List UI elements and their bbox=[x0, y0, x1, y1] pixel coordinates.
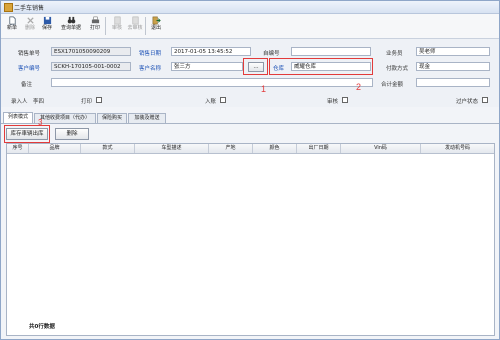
entered-by-value: 李四 bbox=[33, 99, 45, 105]
audit-checkbox[interactable] bbox=[342, 97, 348, 103]
sale-no-field[interactable]: ESX1701050090209 bbox=[51, 47, 131, 56]
entered-by-label: 录入人 bbox=[11, 99, 28, 105]
header-form: 销售单号 ESX1701050090209 销售日期 2017-01-05 13… bbox=[1, 39, 499, 107]
delete-row-button[interactable]: 删除 bbox=[55, 128, 89, 140]
tab-other-fees[interactable]: 其他收费项目（代办） bbox=[34, 113, 96, 123]
col-mfg-date[interactable]: 出厂日期 bbox=[297, 144, 341, 153]
new-doc-icon bbox=[8, 16, 16, 25]
save-icon bbox=[43, 16, 51, 25]
printer-icon bbox=[91, 16, 99, 24]
col-index[interactable]: 序号 bbox=[7, 144, 29, 153]
self-no-label: 自编号 bbox=[263, 51, 280, 57]
delete-icon bbox=[26, 17, 34, 24]
exit-button[interactable]: 退出 bbox=[148, 15, 164, 37]
binoculars-icon bbox=[67, 16, 75, 24]
instock-label: 入账 bbox=[205, 99, 217, 105]
transfer-status-label: 过户状态 bbox=[456, 99, 479, 105]
app-icon bbox=[4, 3, 13, 12]
tab-addons[interactable]: 加装及赠送 bbox=[128, 113, 166, 123]
vehicle-grid[interactable]: 序号 品牌 款式 车型描述 产地 颜色 出厂日期 Vin码 发动机号码 共0行数… bbox=[6, 143, 495, 336]
highlight-box-3 bbox=[4, 125, 50, 143]
sale-no-label: 销售单号 bbox=[18, 51, 41, 57]
remark-label: 备注 bbox=[21, 82, 33, 88]
total-label: 合计金额 bbox=[381, 82, 404, 88]
self-no-field[interactable] bbox=[291, 47, 371, 56]
tab-strip: 列表模式 其他收费项目（代办） 保险购买 加装及赠送 bbox=[1, 111, 499, 124]
col-style[interactable]: 款式 bbox=[81, 144, 135, 153]
total-field[interactable] bbox=[416, 78, 490, 87]
col-origin[interactable]: 产地 bbox=[209, 144, 253, 153]
salesman-label: 业务员 bbox=[386, 51, 403, 57]
salesman-field[interactable]: 吴老师 bbox=[416, 47, 490, 56]
query-button-label: 查询单据 bbox=[60, 25, 81, 31]
annotation-1: 1 bbox=[261, 84, 267, 94]
title-bar: 二手车销售 bbox=[1, 1, 499, 14]
highlight-box-1 bbox=[243, 58, 268, 75]
exit-icon bbox=[152, 16, 161, 25]
sale-date-label: 销售日期 bbox=[139, 51, 162, 57]
transfer-checkbox[interactable] bbox=[482, 97, 488, 103]
remark-field[interactable] bbox=[51, 78, 373, 87]
grid-footer: 共0行数据 bbox=[29, 324, 55, 330]
annotation-3: 3 bbox=[38, 118, 43, 127]
unapprove-button[interactable]: 去审核 bbox=[127, 15, 143, 37]
sales-window: 二手车销售 新单 删除 保存 查询单据 打印 审核 去审核 退出 销售单号 ES… bbox=[0, 0, 500, 340]
tab-insurance[interactable]: 保险购买 bbox=[97, 113, 127, 123]
customer-no-field[interactable]: SCKH-170105-001-0002 bbox=[51, 62, 131, 71]
col-vin[interactable]: Vin码 bbox=[341, 144, 421, 153]
payment-label: 付款方式 bbox=[386, 66, 409, 72]
window-title: 二手车销售 bbox=[14, 5, 45, 12]
customer-no-label: 客户编号 bbox=[18, 66, 41, 72]
query-button[interactable]: 查询单据 bbox=[61, 15, 81, 37]
payment-field[interactable]: 现金 bbox=[416, 62, 490, 71]
col-color[interactable]: 颜色 bbox=[253, 144, 297, 153]
print-button[interactable]: 打印 bbox=[87, 15, 103, 37]
customer-name-field[interactable]: 张三方 bbox=[171, 62, 243, 71]
instock-checkbox[interactable] bbox=[220, 97, 226, 103]
exit-button-label: 退出 bbox=[150, 25, 161, 31]
save-button[interactable]: 保存 bbox=[39, 15, 55, 37]
highlight-box-2 bbox=[269, 58, 373, 75]
approve-icon bbox=[114, 16, 120, 25]
print-status-label: 打印 bbox=[81, 99, 93, 105]
grid-header: 序号 品牌 款式 车型描述 产地 颜色 出厂日期 Vin码 发动机号码 bbox=[7, 144, 494, 154]
audit-status-label: 审核 bbox=[327, 99, 339, 105]
col-brand[interactable]: 品牌 bbox=[29, 144, 81, 153]
annotation-2: 2 bbox=[356, 82, 362, 92]
customer-name-label: 客户名称 bbox=[139, 66, 162, 72]
unapprove-icon bbox=[132, 16, 138, 25]
col-engine-no[interactable]: 发动机号码 bbox=[421, 144, 494, 153]
col-model-desc[interactable]: 车型描述 bbox=[135, 144, 209, 153]
print-button-label: 打印 bbox=[89, 25, 100, 31]
tab-list-mode[interactable]: 列表模式 bbox=[3, 112, 33, 123]
sale-date-field[interactable]: 2017-01-05 13:45:52 bbox=[171, 47, 251, 56]
toolbar: 新单 删除 保存 查询单据 打印 审核 去审核 退出 bbox=[1, 14, 499, 39]
print-checkbox[interactable] bbox=[96, 97, 102, 103]
save-button-label: 保存 bbox=[41, 25, 52, 31]
